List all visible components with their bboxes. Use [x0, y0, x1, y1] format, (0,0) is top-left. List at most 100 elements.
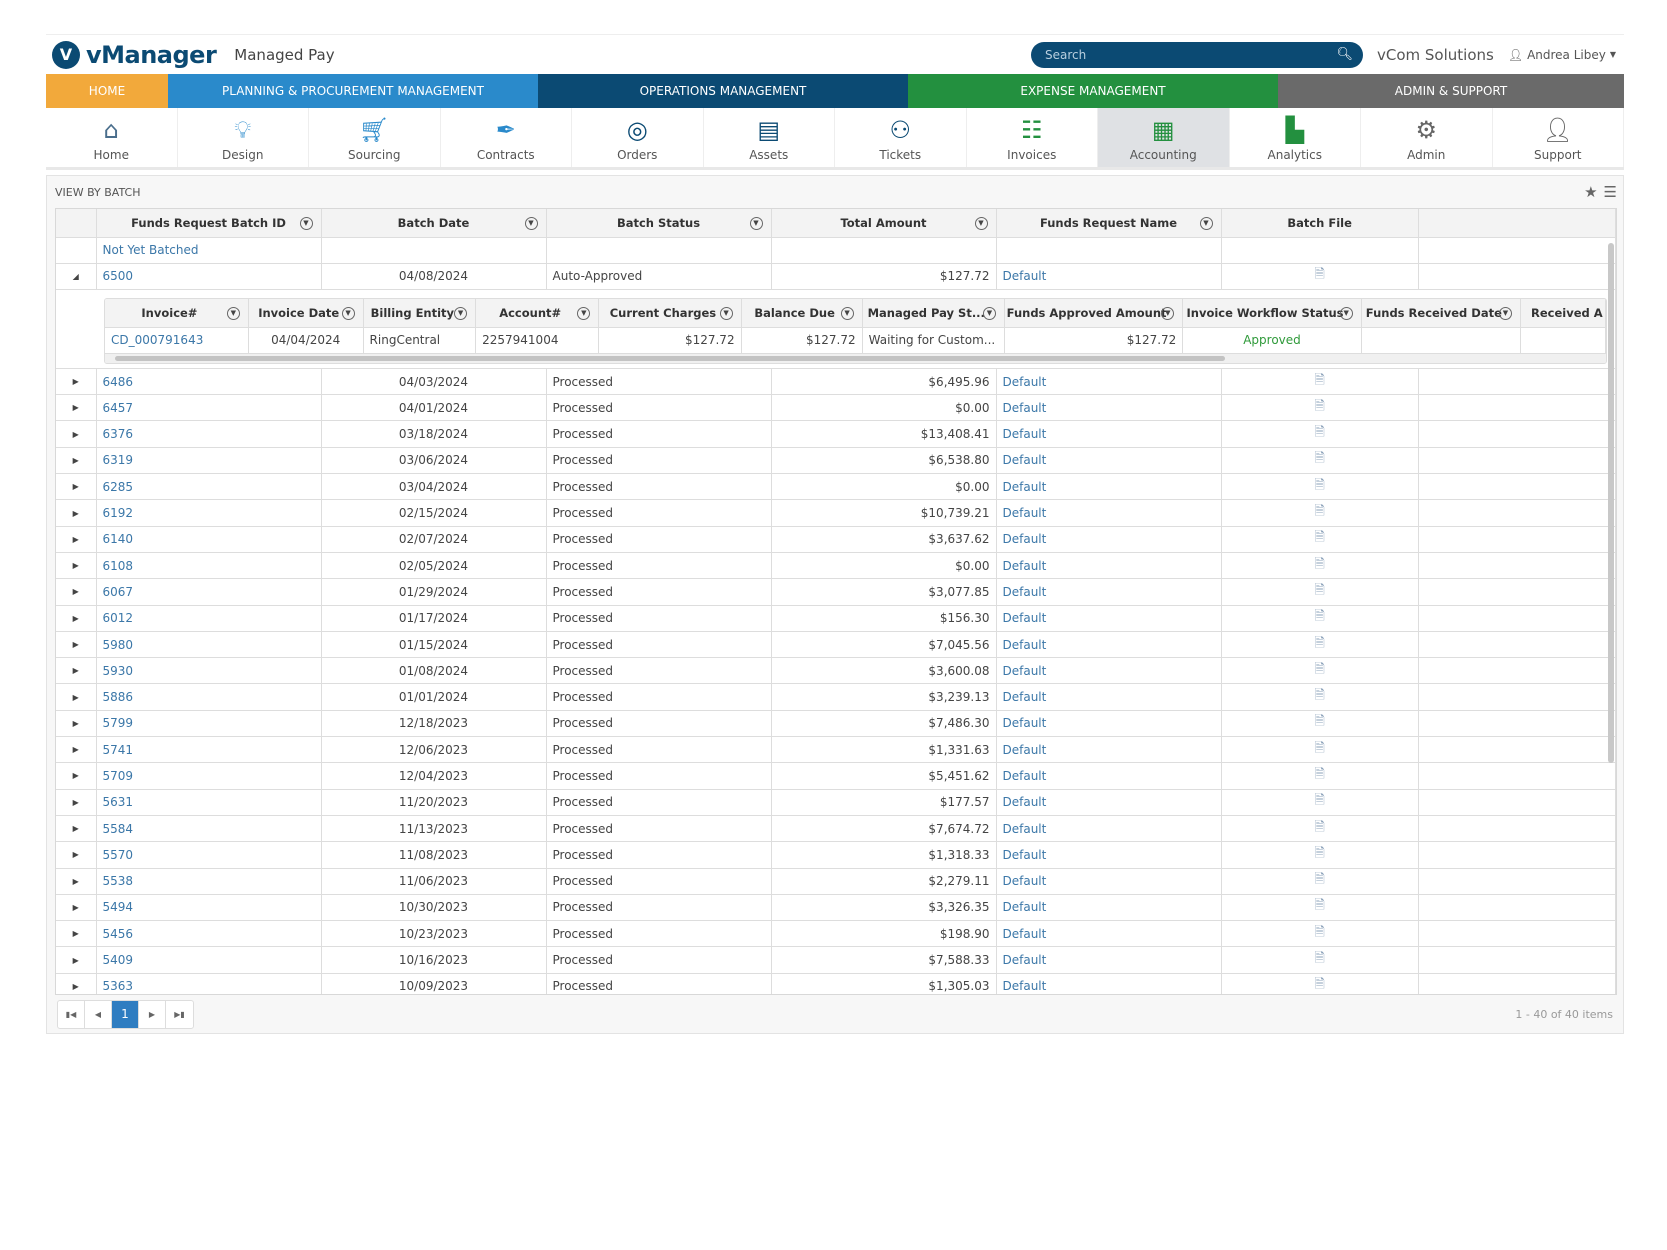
filter-icon[interactable]: ▼	[841, 307, 854, 320]
funds-request-name-link[interactable]: Default	[996, 842, 1221, 868]
pdf-file-icon[interactable]: 🗎︎	[1314, 451, 1324, 466]
funds-request-name-link[interactable]: Default	[996, 921, 1221, 947]
funds-request-name-link[interactable]: Default	[996, 684, 1221, 710]
pdf-file-icon[interactable]: 🗎︎	[1314, 583, 1324, 598]
filter-icon[interactable]: ▼	[1200, 217, 1213, 230]
table-row[interactable]: ▶549410/30/2023Processed$3,326.35Default…	[56, 894, 1616, 920]
funds-request-name-link[interactable]: Default	[996, 263, 1221, 289]
user-menu[interactable]: 👤︎ Andrea Libey ▼	[1508, 48, 1616, 62]
column-header[interactable]: Batch File	[1221, 209, 1418, 237]
batch-id-link[interactable]: 5409	[96, 947, 321, 973]
search-icon[interactable]: 🔍︎	[1336, 47, 1353, 62]
module-orders[interactable]: ◎︎Orders	[572, 108, 704, 167]
funds-request-name-link[interactable]: Default	[996, 710, 1221, 736]
funds-request-name-link[interactable]: Default	[996, 421, 1221, 447]
module-analytics[interactable]: ▙︎Analytics	[1230, 108, 1362, 167]
table-row[interactable]: ▶598001/15/2024Processed$7,045.56Default…	[56, 631, 1616, 657]
pdf-file-icon[interactable]: 🗎︎	[1314, 793, 1324, 808]
collapse-icon[interactable]: ◢	[56, 263, 96, 289]
sub-column-header[interactable]: Balance Due▼	[741, 299, 862, 327]
invoice-link[interactable]: CD_000791643	[105, 327, 248, 353]
filter-icon[interactable]: ▼	[577, 307, 590, 320]
expand-icon[interactable]: ▶	[56, 947, 96, 973]
module-contracts[interactable]: ✒︎Contracts	[441, 108, 573, 167]
batch-id-link[interactable]: 5584	[96, 815, 321, 841]
table-row[interactable]: Not Yet Batched	[56, 237, 1616, 263]
nav-section[interactable]: OPERATIONS MANAGEMENT	[538, 74, 908, 108]
expand-icon[interactable]: ▶	[56, 815, 96, 841]
module-support[interactable]: 👤︎Support	[1493, 108, 1625, 167]
pdf-file-icon[interactable]: 🗎︎	[1314, 478, 1324, 493]
pdf-file-icon[interactable]: 🗎︎	[1314, 714, 1324, 729]
funds-request-name-link[interactable]: Default	[996, 579, 1221, 605]
funds-request-name-link[interactable]: Default	[996, 658, 1221, 684]
table-row[interactable]: ▶579912/18/2023Processed$7,486.30Default…	[56, 710, 1616, 736]
funds-request-name-link[interactable]: Default	[996, 500, 1221, 526]
batch-id-link[interactable]: 6500	[96, 263, 321, 289]
batch-id-link[interactable]: 5980	[96, 631, 321, 657]
table-row[interactable]: ▶610802/05/2024Processed$0.00Default🗎︎	[56, 552, 1616, 578]
funds-request-name-link[interactable]: Default	[996, 605, 1221, 631]
batch-id-link[interactable]: 6108	[96, 552, 321, 578]
module-design[interactable]: 💡︎Design	[178, 108, 310, 167]
table-row[interactable]: ▶601201/17/2024Processed$156.30Default🗎︎	[56, 605, 1616, 631]
expand-icon[interactable]: ▶	[56, 894, 96, 920]
batch-id-link[interactable]: 5494	[96, 894, 321, 920]
nav-section[interactable]: EXPENSE MANAGEMENT	[908, 74, 1278, 108]
expand-icon[interactable]: ▶	[56, 658, 96, 684]
column-header[interactable]: Funds Request Batch ID▼	[96, 209, 321, 237]
pdf-file-icon[interactable]: 🗎︎	[1314, 846, 1324, 861]
column-header[interactable]: Total Amount▼	[771, 209, 996, 237]
table-row[interactable]: ▶631903/06/2024Processed$6,538.80Default…	[56, 447, 1616, 473]
expand-icon[interactable]: ▶	[56, 447, 96, 473]
funds-request-name-link[interactable]: Default	[996, 631, 1221, 657]
batch-id-link[interactable]: 5886	[96, 684, 321, 710]
expand-icon[interactable]: ▶	[56, 368, 96, 394]
pdf-file-icon[interactable]: 🗎︎	[1314, 557, 1324, 572]
expand-icon[interactable]: ▶	[56, 842, 96, 868]
pdf-file-icon[interactable]: 🗎︎	[1314, 425, 1324, 440]
module-assets[interactable]: ▤︎Assets	[704, 108, 836, 167]
table-row[interactable]: ▶536310/09/2023Processed$1,305.03Default…	[56, 973, 1616, 994]
table-row[interactable]: ◢650004/08/2024Auto-Approved$127.72Defau…	[56, 263, 1616, 289]
vertical-scrollbar[interactable]	[1608, 243, 1614, 763]
filter-icon[interactable]: ▼	[750, 217, 763, 230]
batch-id-link[interactable]: 6067	[96, 579, 321, 605]
star-icon[interactable]: ★	[1584, 183, 1597, 201]
sub-column-header[interactable]: Invoice Date▼	[248, 299, 363, 327]
expand-icon[interactable]: ▶	[56, 710, 96, 736]
filter-icon[interactable]: ▼	[975, 217, 988, 230]
nav-section[interactable]: ADMIN & SUPPORT	[1278, 74, 1624, 108]
funds-request-name-link[interactable]: Default	[996, 526, 1221, 552]
pdf-file-icon[interactable]: 🗎︎	[1314, 373, 1324, 388]
funds-request-name-link[interactable]: Default	[996, 894, 1221, 920]
batch-id-link[interactable]: 5930	[96, 658, 321, 684]
expand-icon[interactable]: ▶	[56, 552, 96, 578]
table-row[interactable]: ▶619202/15/2024Processed$10,739.21Defaul…	[56, 500, 1616, 526]
table-row[interactable]: ▶588601/01/2024Processed$3,239.13Default…	[56, 684, 1616, 710]
funds-request-name-link[interactable]: Default	[996, 789, 1221, 815]
batch-id-link[interactable]: 5570	[96, 842, 321, 868]
table-row[interactable]: ▶545610/23/2023Processed$198.90Default🗎︎	[56, 921, 1616, 947]
funds-request-name-link[interactable]: Default	[996, 763, 1221, 789]
prev-page-button[interactable]: ◀	[85, 1001, 112, 1028]
table-row[interactable]: ▶553811/06/2023Processed$2,279.11Default…	[56, 868, 1616, 894]
batch-id-link[interactable]: 6486	[96, 368, 321, 394]
table-row[interactable]: ▶593001/08/2024Processed$3,600.08Default…	[56, 658, 1616, 684]
table-row[interactable]: ▶574112/06/2023Processed$1,331.63Default…	[56, 737, 1616, 763]
batch-id-link[interactable]: 5538	[96, 868, 321, 894]
nav-section[interactable]: PLANNING & PROCUREMENT MANAGEMENT	[168, 74, 538, 108]
nav-section[interactable]: HOME	[46, 74, 168, 108]
table-row[interactable]: ▶540910/16/2023Processed$7,588.33Default…	[56, 947, 1616, 973]
invoice-row[interactable]: CD_00079164304/04/2024RingCentral2257941…	[105, 327, 1606, 353]
module-accounting[interactable]: ▦︎Accounting	[1098, 108, 1230, 167]
pdf-file-icon[interactable]: 🗎︎	[1314, 951, 1324, 966]
funds-request-name-link[interactable]: Default	[996, 947, 1221, 973]
expand-icon[interactable]: ▶	[56, 421, 96, 447]
sub-column-header[interactable]: Current Charges▼	[599, 299, 741, 327]
column-header[interactable]: Batch Status▼	[546, 209, 771, 237]
batch-id-link[interactable]: 6012	[96, 605, 321, 631]
sub-column-header[interactable]: Received A	[1520, 299, 1605, 327]
module-invoices[interactable]: ☷︎Invoices	[967, 108, 1099, 167]
funds-request-name-link[interactable]: Default	[996, 395, 1221, 421]
